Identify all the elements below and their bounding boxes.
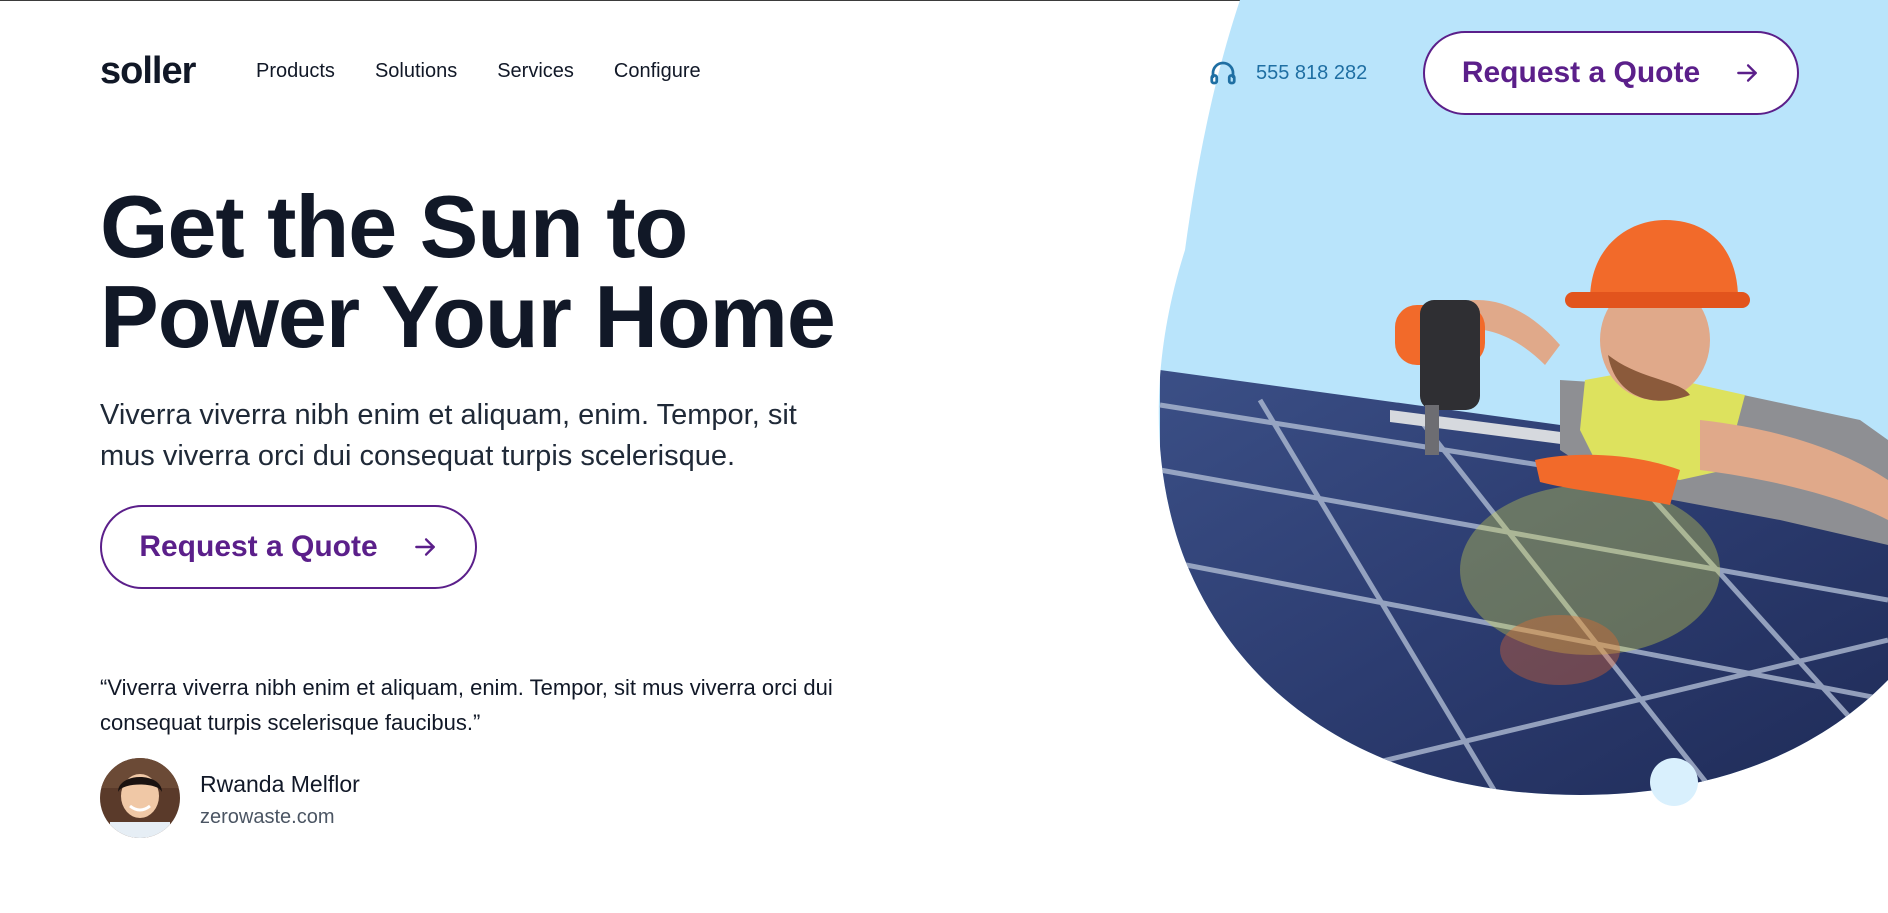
arrow-right-icon bbox=[412, 534, 438, 560]
brand-logo[interactable]: soller bbox=[100, 50, 196, 93]
hero-request-quote-label: Request a Quote bbox=[139, 530, 378, 563]
hero-headline: Get the Sun to Power Your Home bbox=[100, 182, 860, 362]
nav-item-configure[interactable]: Configure bbox=[614, 60, 701, 83]
testimonial-quote: “Viverra viverra nibh enim et aliquam, e… bbox=[100, 675, 833, 735]
nav-item-solutions[interactable]: Solutions bbox=[375, 60, 457, 83]
header-request-quote-button[interactable]: Request a Quote bbox=[1423, 31, 1799, 115]
phone-number: 555 818 282 bbox=[1256, 61, 1368, 84]
hero-headline-line1: Get the Sun to bbox=[100, 177, 688, 276]
headset-icon bbox=[1208, 58, 1238, 88]
nav-item-services[interactable]: Services bbox=[497, 60, 574, 83]
arrow-right-icon bbox=[1734, 60, 1760, 86]
testimonial-author-site: zerowaste.com bbox=[200, 806, 335, 828]
nav-item-products[interactable]: Products bbox=[256, 60, 335, 83]
hero-headline-line2: Power Your Home bbox=[100, 267, 836, 366]
phone-contact[interactable]: 555 818 282 bbox=[1208, 58, 1367, 88]
top-border bbox=[0, 0, 1888, 1]
header-request-quote-label: Request a Quote bbox=[1461, 56, 1701, 89]
hero-subtext: Viverra viverra nibh enim et aliquam, en… bbox=[100, 399, 797, 472]
testimonial-author-name: Rwanda Melflor bbox=[200, 771, 360, 797]
hero-request-quote-button[interactable]: Request a Quote bbox=[100, 505, 477, 589]
main-nav: Products Solutions Services Configure bbox=[256, 60, 701, 83]
avatar bbox=[100, 758, 180, 838]
